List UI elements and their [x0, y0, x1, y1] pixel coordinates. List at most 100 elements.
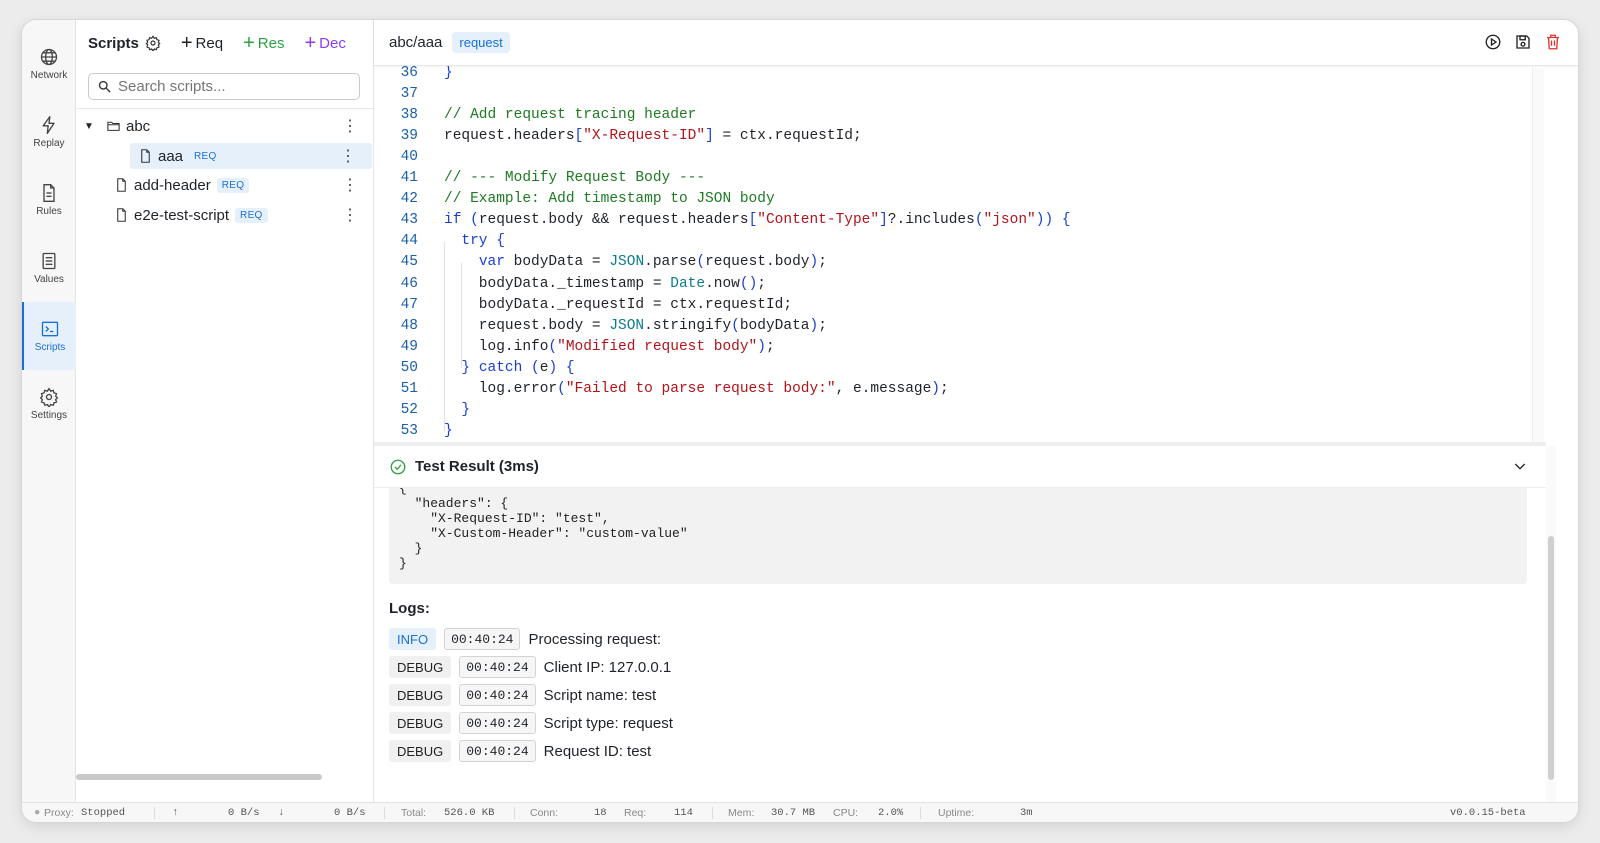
- code-line[interactable]: 50 } catch (e) {: [374, 357, 1532, 378]
- code-text: // --- Modify Request Body ---: [444, 170, 706, 186]
- req-badge: REQ: [216, 177, 250, 193]
- code-line[interactable]: 38 // Add request tracing header: [374, 104, 1532, 125]
- indent-guide: [461, 262, 462, 369]
- req-label: Req:: [624, 807, 647, 819]
- code-line[interactable]: 41 // --- Modify Request Body ---: [374, 168, 1532, 189]
- rail-label: Scripts: [34, 342, 66, 353]
- code-line[interactable]: 51 log.error("Failed to parse request bo…: [374, 379, 1532, 400]
- code-line[interactable]: 53}: [374, 421, 1532, 442]
- code-line[interactable]: 42 // Example: Add timestamp to JSON body: [374, 189, 1532, 210]
- bolt-icon: [42, 116, 55, 134]
- log-level-badge: DEBUG: [389, 684, 452, 706]
- log-timestamp: 00:40:24: [459, 656, 536, 678]
- code-line[interactable]: 47 bodyData._requestId = ctx.requestId;: [374, 294, 1532, 315]
- more-icon[interactable]: ⋮: [340, 146, 356, 166]
- code-line[interactable]: 37: [374, 83, 1532, 104]
- chevron-down-icon[interactable]: [1512, 458, 1528, 474]
- nav-rail: Network Replay Rules Values Scripts Sett…: [22, 20, 76, 802]
- line-number: 42: [400, 191, 418, 208]
- line-number: 41: [400, 170, 418, 186]
- tree-item-label: e2e-test-script: [134, 206, 230, 224]
- code-line[interactable]: 36}: [374, 66, 1532, 83]
- line-number: 48: [400, 317, 418, 334]
- code-line[interactable]: 49 log.info("Modified request body");: [374, 336, 1532, 357]
- line-number: 46: [400, 275, 418, 292]
- code-text: var bodyData = JSON.parse(request.body);: [478, 254, 827, 271]
- code-text: if (request.body && request.headers["Con…: [444, 212, 1071, 229]
- trash-icon[interactable]: [1544, 33, 1562, 51]
- code-line[interactable]: 52 }: [374, 400, 1532, 421]
- tree-folder-abc[interactable]: ▼ abc ⋮: [76, 113, 374, 139]
- total-value: 526.0 KB: [444, 807, 495, 819]
- code-line[interactable]: 48 request.body = JSON.stringify(bodyDat…: [374, 315, 1532, 336]
- tree-item-label: add-header: [134, 176, 211, 194]
- sidebar-header: Scripts + Req + Res + Dec: [76, 20, 374, 66]
- line-number: 53: [400, 423, 418, 440]
- divider: [76, 108, 374, 109]
- rail-label: Settings: [30, 410, 68, 421]
- document-icon: [43, 184, 55, 202]
- add-dec-button[interactable]: + Dec: [304, 32, 345, 54]
- rail-item-network[interactable]: Network: [22, 30, 76, 98]
- conn-label: Conn:: [530, 807, 559, 819]
- indent-guide: [444, 241, 445, 432]
- rail-item-values[interactable]: Values: [22, 234, 76, 302]
- more-icon[interactable]: ⋮: [342, 175, 358, 195]
- caret-down-icon[interactable]: ▼: [84, 121, 98, 132]
- add-res-button[interactable]: + Res: [243, 32, 284, 54]
- result-json: { "headers": { "X-Request-ID": "test", "…: [389, 488, 1527, 584]
- editor-scrollbar[interactable]: [1532, 66, 1544, 442]
- horizontal-scrollbar[interactable]: [76, 774, 322, 780]
- plus-icon: +: [243, 32, 255, 54]
- search-input[interactable]: [118, 78, 338, 95]
- log-level-badge: DEBUG: [389, 712, 452, 734]
- play-icon[interactable]: [1484, 33, 1502, 51]
- code-line[interactable]: 46 bodyData._timestamp = Date.now();: [374, 273, 1532, 294]
- script-type-tag: request: [452, 32, 510, 53]
- log-entry: DEBUG 00:40:24 Request ID: test: [389, 739, 651, 763]
- file-icon: [117, 208, 126, 222]
- total-label: Total:: [401, 807, 427, 819]
- code-line[interactable]: 45 var bodyData = JSON.parse(request.bod…: [374, 252, 1532, 273]
- plus-icon: +: [304, 32, 317, 54]
- more-icon[interactable]: ⋮: [342, 205, 358, 225]
- plus-icon: +: [180, 32, 193, 54]
- line-number: 36: [400, 66, 418, 81]
- test-result-header[interactable]: Test Result (3ms): [374, 446, 1546, 488]
- log-level-badge: DEBUG: [389, 740, 452, 762]
- code-text: request.body = JSON.stringify(bodyData);: [444, 317, 827, 334]
- file-icon: [141, 149, 150, 163]
- editor-actions: [1484, 33, 1562, 51]
- code-line[interactable]: 44 try {: [374, 231, 1532, 252]
- gear-icon[interactable]: [145, 35, 161, 51]
- log-entry: DEBUG 00:40:24 Script name: test: [389, 683, 656, 707]
- result-scrollbar-thumb[interactable]: [1548, 536, 1554, 780]
- gear-icon: [39, 387, 59, 407]
- conn-value: 18: [594, 807, 607, 819]
- tree-file-aaa[interactable]: aaa REQ ⋮: [130, 143, 372, 169]
- log-entry: DEBUG 00:40:24 Script type: request: [389, 711, 673, 735]
- rail-item-settings[interactable]: Settings: [22, 370, 76, 438]
- script-path: abc/aaa: [389, 34, 443, 51]
- code-line[interactable]: 40: [374, 146, 1532, 167]
- code-text: // Example: Add timestamp to JSON body: [444, 191, 775, 208]
- code-editor[interactable]: 36} 37 38 // Add request tracing header 39 re…: [374, 66, 1532, 442]
- tree-item-label: aaa: [158, 147, 184, 165]
- code-line[interactable]: 39 request.headers["X-Request-ID"] = ctx.…: [374, 125, 1532, 146]
- tree-file-e2e-test-script[interactable]: e2e-test-script REQ ⋮: [76, 202, 374, 228]
- rail-item-replay[interactable]: Replay: [22, 98, 76, 166]
- save-icon[interactable]: [1514, 33, 1532, 51]
- code-text: bodyData._timestamp = Date.now();: [444, 275, 766, 292]
- proxy-label: Proxy:: [44, 807, 74, 819]
- code-text: // Add request tracing header: [444, 106, 697, 123]
- code-line[interactable]: 43 if (request.body && request.headers["C…: [374, 210, 1532, 231]
- globe-icon: [40, 48, 58, 66]
- rail-item-rules[interactable]: Rules: [22, 166, 76, 234]
- rail-item-scripts[interactable]: Scripts: [22, 302, 76, 370]
- add-req-button[interactable]: + Req: [180, 32, 223, 54]
- tree-file-add-header[interactable]: add-header REQ ⋮: [76, 172, 374, 198]
- log-timestamp: 00:40:24: [444, 628, 521, 650]
- code-text: } catch (e) {: [461, 359, 575, 376]
- more-icon[interactable]: ⋮: [342, 116, 358, 136]
- log-message: Request ID: test: [543, 742, 652, 760]
